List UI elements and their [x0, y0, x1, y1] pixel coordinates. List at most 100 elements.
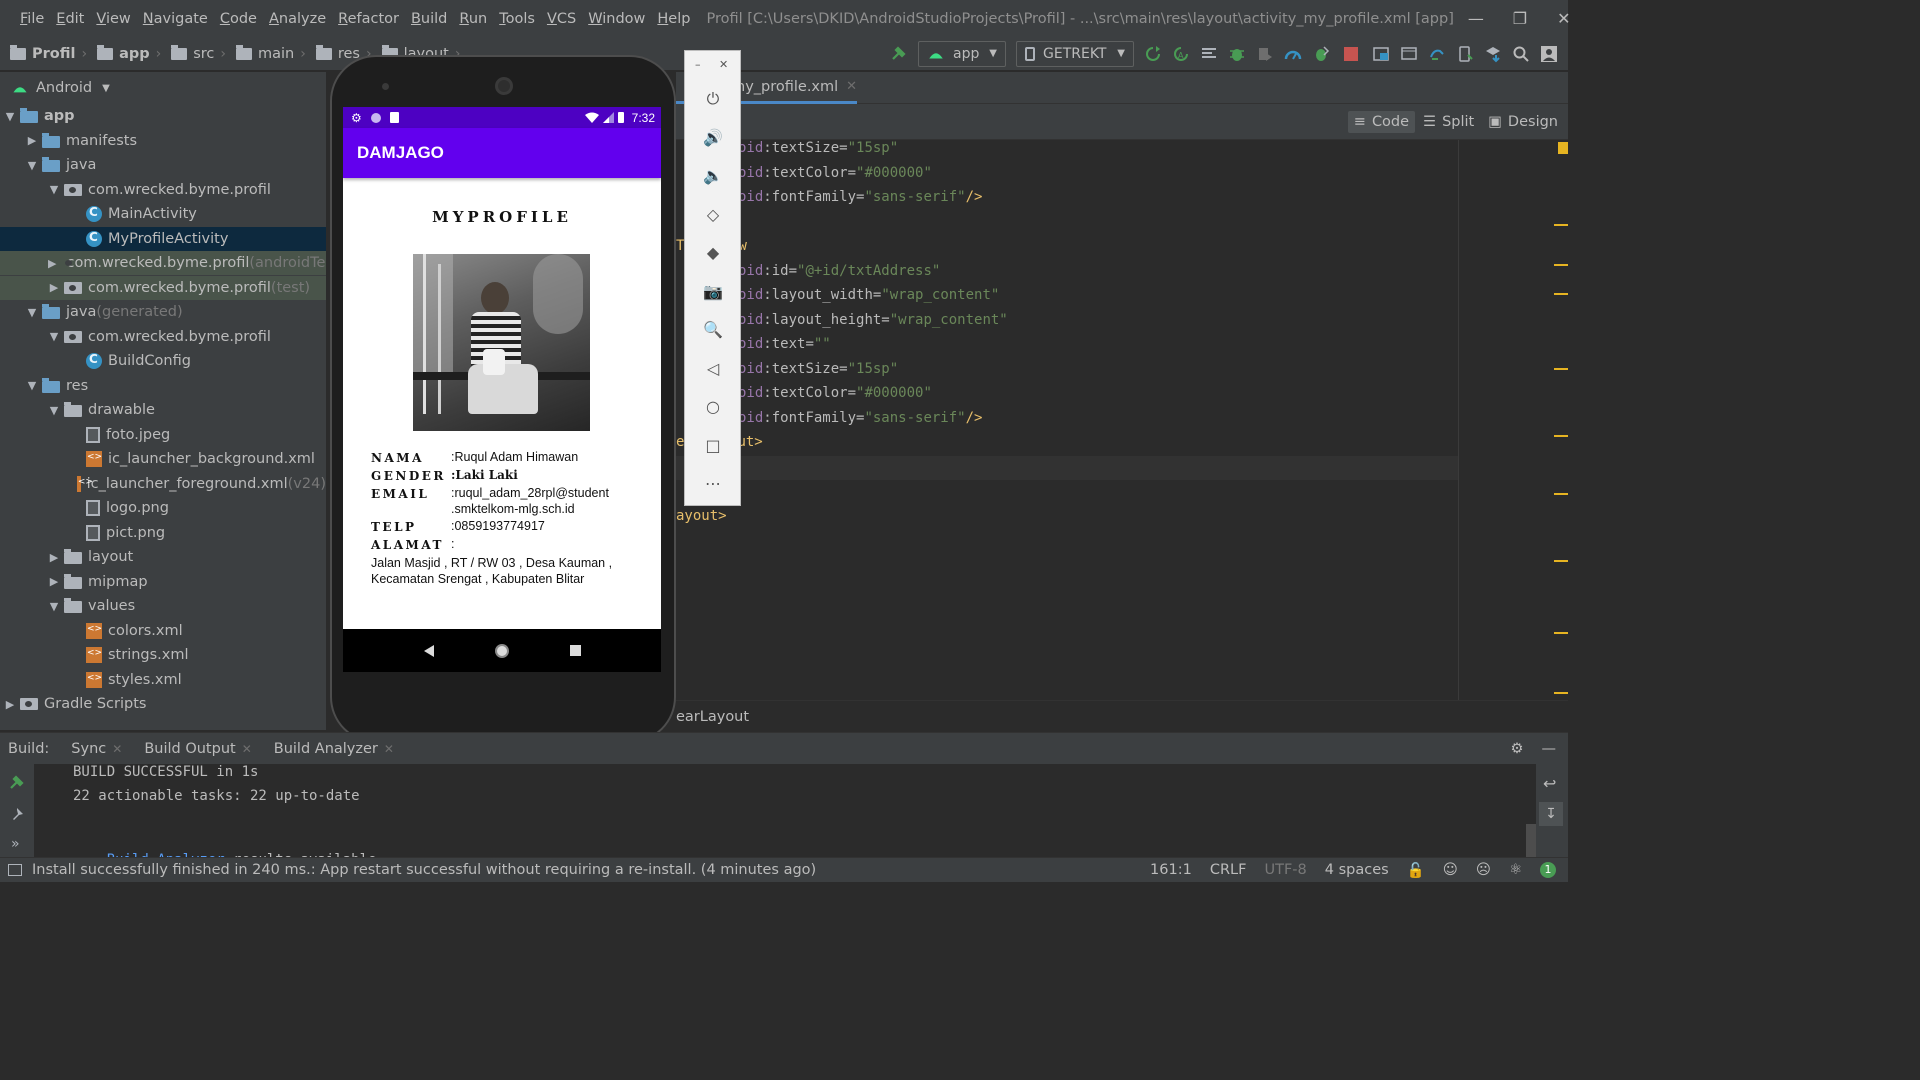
- toggle-tool-windows-icon[interactable]: [8, 864, 22, 876]
- console-scrollbar[interactable]: [1526, 824, 1536, 857]
- home-icon[interactable]: ○: [702, 396, 724, 418]
- emulator-close-icon[interactable]: ✕: [719, 58, 728, 71]
- menu-file[interactable]: File: [20, 11, 44, 27]
- menu-edit[interactable]: Edit: [56, 11, 84, 27]
- warning-marker[interactable]: [1558, 142, 1568, 154]
- more-icon[interactable]: ⋯: [702, 473, 724, 495]
- menu-navigate[interactable]: Navigate: [143, 11, 208, 27]
- sync-gradle-icon[interactable]: [1428, 45, 1446, 63]
- caret-position[interactable]: 161:1: [1150, 862, 1192, 878]
- expanded-arrow-icon[interactable]: ▼: [26, 159, 38, 172]
- code-editor[interactable]: oid:textSize="15sp" oid:textColor="#00000…: [676, 140, 1458, 700]
- warning-stripe-marker[interactable]: [1554, 560, 1568, 562]
- build-tab-sync[interactable]: Sync ✕: [71, 741, 122, 757]
- menu-analyze[interactable]: Analyze: [269, 11, 326, 27]
- expanded-arrow-icon[interactable]: ▼: [48, 330, 60, 343]
- tree-item-app[interactable]: ▼ app: [0, 104, 326, 128]
- lock-icon[interactable]: 🔓: [1407, 862, 1425, 879]
- attach-debugger-icon[interactable]: [1312, 45, 1330, 63]
- power-icon[interactable]: ⏻: [702, 88, 724, 110]
- pin-icon[interactable]: [8, 806, 26, 824]
- menu-run[interactable]: Run: [459, 11, 487, 27]
- nav-overview-icon[interactable]: [570, 645, 582, 656]
- zoom-icon[interactable]: 🔍: [702, 319, 724, 341]
- warning-stripe-marker[interactable]: [1554, 493, 1568, 495]
- tree-item-gradle-scripts[interactable]: ▶ Gradle Scripts: [0, 692, 326, 716]
- nav-home-icon[interactable]: [494, 643, 510, 659]
- build-tab-build-output[interactable]: Build Output ✕: [144, 741, 251, 757]
- view-mode-code[interactable]: ≡ Code: [1347, 111, 1416, 133]
- tree-item-logo-png[interactable]: logo.png: [0, 496, 326, 520]
- rotate-right-icon[interactable]: ◆: [702, 242, 724, 264]
- close-icon[interactable]: ✕: [1542, 9, 1586, 28]
- emulator-minimize-icon[interactable]: –: [695, 58, 701, 71]
- warning-stripe-marker[interactable]: [1554, 435, 1568, 437]
- build-hammer-icon[interactable]: [8, 774, 26, 792]
- camera-icon[interactable]: 📷: [702, 281, 724, 303]
- warning-stripe-marker[interactable]: [1554, 293, 1568, 295]
- apply-code-changes-icon[interactable]: A: [1172, 45, 1190, 63]
- tree-item-layout[interactable]: ▶ layout: [0, 545, 326, 569]
- account-icon[interactable]: [1540, 45, 1558, 63]
- warning-stripe-marker[interactable]: [1554, 692, 1568, 694]
- warning-stripe-marker[interactable]: [1554, 368, 1568, 370]
- tree-item-com-wrecked-byme-profil[interactable]: ▼ com.wrecked.byme.profil: [0, 325, 326, 349]
- close-tab-icon[interactable]: ✕: [846, 79, 857, 94]
- tree-item-styles-xml[interactable]: styles.xml: [0, 668, 326, 692]
- breadcrumb-item-app[interactable]: app ›: [87, 44, 161, 62]
- volume-up-icon[interactable]: 🔊: [702, 127, 724, 149]
- settings-gear-icon[interactable]: ⚙: [1511, 741, 1524, 757]
- sdk-manager-icon[interactable]: [1484, 45, 1502, 63]
- tree-item-mipmap[interactable]: ▶ mipmap: [0, 570, 326, 594]
- avd-manager-icon[interactable]: [1400, 45, 1418, 63]
- debug-icon[interactable]: [1228, 45, 1246, 63]
- editor-scrollbar-gutter[interactable]: [1458, 140, 1568, 761]
- menu-build[interactable]: Build: [411, 11, 447, 27]
- file-encoding[interactable]: UTF-8: [1264, 862, 1306, 878]
- expanded-arrow-icon[interactable]: ▼: [48, 404, 60, 417]
- close-tab-icon[interactable]: ✕: [242, 742, 252, 756]
- volume-down-icon[interactable]: 🔈: [702, 165, 724, 187]
- coverage-icon[interactable]: [1256, 45, 1274, 63]
- nav-back-icon[interactable]: [423, 644, 435, 657]
- back-icon[interactable]: ◁: [702, 358, 724, 380]
- expanded-arrow-icon[interactable]: ▼: [26, 306, 38, 319]
- frown-feedback-icon[interactable]: ☹: [1476, 862, 1491, 878]
- tree-item-values[interactable]: ▼ values: [0, 594, 326, 618]
- more-actions-icon[interactable]: »: [11, 836, 20, 852]
- tree-item-myprofileactivity[interactable]: MyProfileActivity: [0, 226, 326, 251]
- tree-item-res[interactable]: ▼ res: [0, 374, 326, 398]
- notifications-badge[interactable]: 1: [1540, 862, 1556, 878]
- emulator-screen[interactable]: ⚙ 7:32 DAMJAGO MYPROFILE NAMA:Ruqul Adam…: [343, 107, 661, 672]
- menu-refactor[interactable]: Refactor: [338, 11, 399, 27]
- build-tab-build-analyzer[interactable]: Build Analyzer ✕: [274, 741, 394, 757]
- tree-item-com-wrecked-byme-profil[interactable]: ▼ com.wrecked.byme.profil: [0, 178, 326, 202]
- tree-item-buildconfig[interactable]: BuildConfig: [0, 349, 326, 373]
- overview-icon[interactable]: □: [702, 435, 724, 457]
- tree-item-drawable[interactable]: ▼ drawable: [0, 398, 326, 422]
- tree-item-ic-launcher-background-xml[interactable]: ic_launcher_background.xml: [0, 447, 326, 471]
- menu-code[interactable]: Code: [220, 11, 257, 27]
- tree-item-pict-png[interactable]: pict.png: [0, 521, 326, 545]
- collapsed-arrow-icon[interactable]: ▶: [26, 134, 38, 147]
- inspector-icon[interactable]: ⚛: [1509, 862, 1522, 878]
- menu-tools[interactable]: Tools: [499, 11, 535, 27]
- menu-vcs[interactable]: VCS: [547, 11, 576, 27]
- restore-icon[interactable]: ❐: [1498, 9, 1542, 28]
- expanded-arrow-icon[interactable]: ▼: [48, 183, 60, 196]
- rotate-left-icon[interactable]: ◇: [702, 204, 724, 226]
- tree-item-mainactivity[interactable]: MainActivity: [0, 202, 326, 226]
- profiler-icon[interactable]: [1284, 45, 1302, 63]
- project-view-selector[interactable]: Android ▼: [0, 72, 326, 104]
- tree-item-foto-jpeg[interactable]: foto.jpeg: [0, 423, 326, 447]
- indent-setting[interactable]: 4 spaces: [1325, 862, 1389, 878]
- tree-item-com-wrecked-byme-profil[interactable]: ▶ com.wrecked.byme.profil (androidTest): [0, 251, 326, 275]
- view-mode-design[interactable]: ▣ Design: [1482, 111, 1564, 133]
- view-mode-split[interactable]: ☰ Split: [1417, 111, 1480, 133]
- tree-item-strings-xml[interactable]: strings.xml: [0, 643, 326, 667]
- run-config-select[interactable]: app ▼: [918, 40, 1006, 67]
- close-tab-icon[interactable]: ✕: [384, 742, 394, 756]
- tree-item-ic-launcher-foreground-xml[interactable]: ic_launcher_foreground.xml (v24): [0, 472, 326, 496]
- scroll-to-end-icon[interactable]: ↧: [1539, 802, 1563, 826]
- expanded-arrow-icon[interactable]: ▼: [4, 110, 16, 123]
